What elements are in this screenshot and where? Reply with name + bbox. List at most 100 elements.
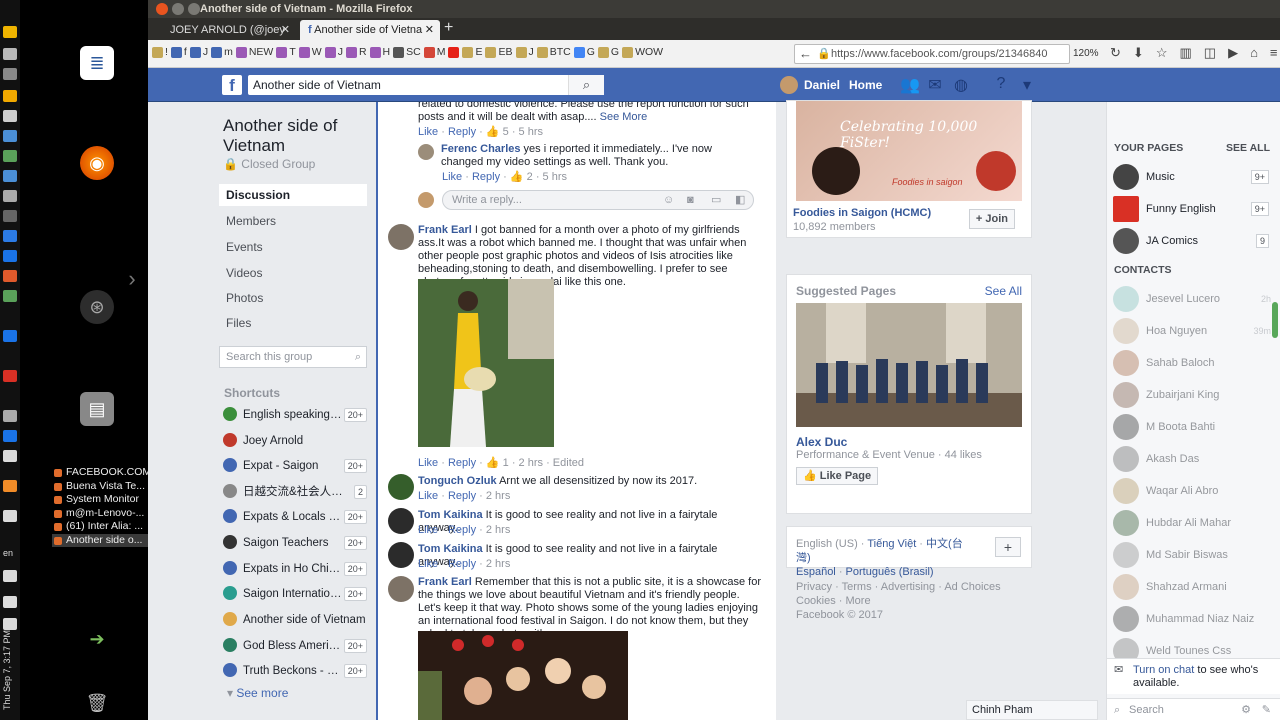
bookmark-item[interactable]: H bbox=[369, 46, 390, 58]
status-icon[interactable] bbox=[3, 26, 17, 38]
contact-item[interactable]: Zubairjani King bbox=[1113, 382, 1273, 410]
avatar[interactable] bbox=[418, 144, 434, 160]
facebook-logo-icon[interactable]: f bbox=[222, 75, 242, 95]
timestamp[interactable]: 2 hrs bbox=[486, 524, 510, 536]
bookmark-item[interactable]: EB bbox=[485, 46, 513, 58]
status-icon[interactable] bbox=[3, 450, 17, 462]
status-icon[interactable] bbox=[3, 68, 17, 80]
user-arrow-icon[interactable]: ➔ bbox=[80, 622, 114, 656]
group-nav-events[interactable]: Events bbox=[219, 236, 367, 258]
bookmark-item[interactable]: NEW bbox=[235, 46, 273, 58]
shortcut-item[interactable]: English speaking g... 20+ bbox=[223, 406, 367, 424]
facebook-search-input[interactable]: Another side of Vietnam ⌕ bbox=[248, 75, 604, 95]
timestamp[interactable]: 5 hrs bbox=[519, 126, 543, 138]
youtube-ext-icon[interactable]: ▶ bbox=[1228, 45, 1238, 61]
timestamp[interactable]: 2 hrs bbox=[486, 558, 510, 570]
bookmark-item[interactable]: W bbox=[298, 46, 322, 58]
group-nav-photos[interactable]: Photos bbox=[219, 287, 367, 309]
bookmark-item[interactable] bbox=[448, 46, 460, 58]
sticker-icon[interactable]: ◧ bbox=[735, 191, 745, 209]
tab-another-side-of-vietnam[interactable]: f Another side of Vietna ✕ bbox=[300, 20, 440, 40]
shortcut-item[interactable]: Saigon Teachers 20+ bbox=[223, 534, 367, 552]
close-window-button[interactable] bbox=[156, 3, 168, 15]
avatar[interactable] bbox=[388, 508, 414, 534]
bookmark-item[interactable]: J bbox=[189, 46, 208, 58]
shortcut-item[interactable]: Expats in Ho Chi Mi... 20+ bbox=[223, 560, 367, 578]
reply-link[interactable]: Reply bbox=[448, 126, 476, 138]
account-dropdown-icon[interactable]: ▾ bbox=[1018, 75, 1036, 94]
language-link[interactable]: Español bbox=[796, 566, 836, 578]
turn-on-chat-link[interactable]: Turn on chat bbox=[1133, 664, 1194, 676]
wifi-icon[interactable] bbox=[3, 510, 17, 522]
search-icon[interactable]: ⌕ bbox=[355, 347, 361, 367]
timestamp[interactable]: 2 hrs bbox=[486, 490, 510, 502]
messenger-icon[interactable]: ✉ bbox=[926, 75, 944, 94]
edited-label[interactable]: Edited bbox=[553, 457, 584, 469]
like-link[interactable]: Like bbox=[418, 558, 438, 570]
more-languages-button[interactable]: + bbox=[995, 537, 1021, 557]
status-icon[interactable] bbox=[3, 370, 17, 382]
bookmark-item[interactable]: J bbox=[515, 46, 534, 58]
tab-joey-arnold[interactable]: JOEY ARNOLD (@joey ✕ bbox=[162, 20, 296, 40]
status-icon[interactable] bbox=[3, 190, 17, 202]
trash-icon[interactable]: 🗑 bbox=[80, 686, 114, 720]
bookmark-item[interactable]: ! bbox=[152, 46, 168, 58]
compose-icon[interactable]: ✎ bbox=[1262, 699, 1271, 720]
url-bar[interactable]: ← 🔒 https://www.facebook.com/groups/2134… bbox=[794, 44, 1070, 64]
bookmark-item[interactable]: BTC bbox=[536, 46, 571, 58]
commenter-name[interactable]: Tom Kaikina bbox=[418, 509, 483, 521]
page-scrollbar[interactable] bbox=[1272, 302, 1278, 338]
page-item[interactable]: JA Comics 9 bbox=[1113, 228, 1269, 256]
group-nav-members[interactable]: Members bbox=[219, 210, 367, 232]
contact-item[interactable]: Hoa Nguyen 39m bbox=[1113, 318, 1273, 346]
contact-item[interactable]: Waqar Ali Abro bbox=[1113, 478, 1273, 506]
contact-item[interactable]: Shahzad Armani bbox=[1113, 574, 1273, 602]
reply-link[interactable]: Reply bbox=[448, 490, 476, 502]
see-more-shortcuts[interactable]: ▾ See more bbox=[227, 686, 288, 700]
shortcut-item[interactable]: Truth Beckons - No... 20+ bbox=[223, 662, 367, 680]
reaction-count[interactable]: 1 bbox=[503, 457, 509, 469]
reply-link[interactable]: Reply bbox=[448, 524, 476, 536]
volume-icon[interactable] bbox=[3, 570, 17, 582]
task-item[interactable]: Another side o... bbox=[52, 533, 148, 547]
ubuntu-logo-icon[interactable]: ⊛ bbox=[80, 290, 114, 324]
reload-icon[interactable]: ↻ bbox=[1110, 45, 1121, 61]
system-clock[interactable]: Thu Sep 7, 3:17 PM bbox=[2, 630, 18, 710]
shortcut-item[interactable]: Expats & Locals In ... 20+ bbox=[223, 508, 367, 526]
reply-link[interactable]: Reply bbox=[472, 171, 500, 183]
shortcut-item[interactable]: God Bless America... 20+ bbox=[223, 637, 367, 655]
reply-link[interactable]: Reply bbox=[448, 558, 476, 570]
bookmark-item[interactable]: f bbox=[170, 46, 187, 58]
status-icon[interactable] bbox=[3, 210, 17, 222]
profile-link[interactable]: Daniel bbox=[780, 76, 840, 94]
status-icon[interactable] bbox=[3, 330, 17, 342]
search-icon[interactable]: ⌕ bbox=[568, 75, 604, 95]
status-icon[interactable] bbox=[3, 130, 17, 142]
like-link[interactable]: Like bbox=[442, 171, 462, 183]
bitcoin-icon[interactable] bbox=[3, 90, 17, 102]
new-tab-button[interactable]: + bbox=[444, 19, 453, 37]
contact-item[interactable]: M Boota Bahti bbox=[1113, 414, 1273, 442]
status-icon[interactable] bbox=[3, 250, 17, 262]
commenter-name[interactable]: Ferenc Charles bbox=[441, 143, 520, 155]
zoom-level[interactable]: 120% bbox=[1073, 48, 1099, 59]
close-tab-icon[interactable]: ✕ bbox=[425, 20, 434, 40]
shortcut-item[interactable]: Joey Arnold bbox=[223, 432, 367, 450]
shortcut-item[interactable]: Saigon Internation... 20+ bbox=[223, 585, 367, 603]
see-all-pages-link[interactable]: SEE ALL bbox=[1226, 142, 1270, 154]
camera-icon[interactable]: ◙ bbox=[687, 191, 694, 209]
close-tab-icon[interactable]: ✕ bbox=[281, 20, 290, 40]
shortcut-item[interactable]: Expat - Saigon 20+ bbox=[223, 457, 367, 475]
pocket-icon[interactable]: ◫ bbox=[1204, 45, 1216, 61]
bookmark-item[interactable]: M bbox=[423, 46, 445, 58]
group-nav-discussion[interactable]: Discussion bbox=[219, 184, 367, 206]
menu-icon[interactable]: ≡ bbox=[1270, 45, 1278, 61]
join-group-button[interactable]: + Join bbox=[968, 209, 1015, 229]
chat-search-input[interactable]: ⌕ Search ⚙ ✎ bbox=[1107, 698, 1280, 720]
maximize-window-button[interactable] bbox=[188, 3, 200, 15]
chevron-right-icon[interactable]: › bbox=[122, 262, 142, 296]
avatar[interactable] bbox=[388, 576, 414, 602]
commenter-name[interactable]: Tonguch Ozluk bbox=[418, 475, 497, 487]
group-nav-videos[interactable]: Videos bbox=[219, 262, 367, 284]
shortcut-item[interactable]: 日越交流&社会人ボ... 2 bbox=[223, 483, 367, 501]
